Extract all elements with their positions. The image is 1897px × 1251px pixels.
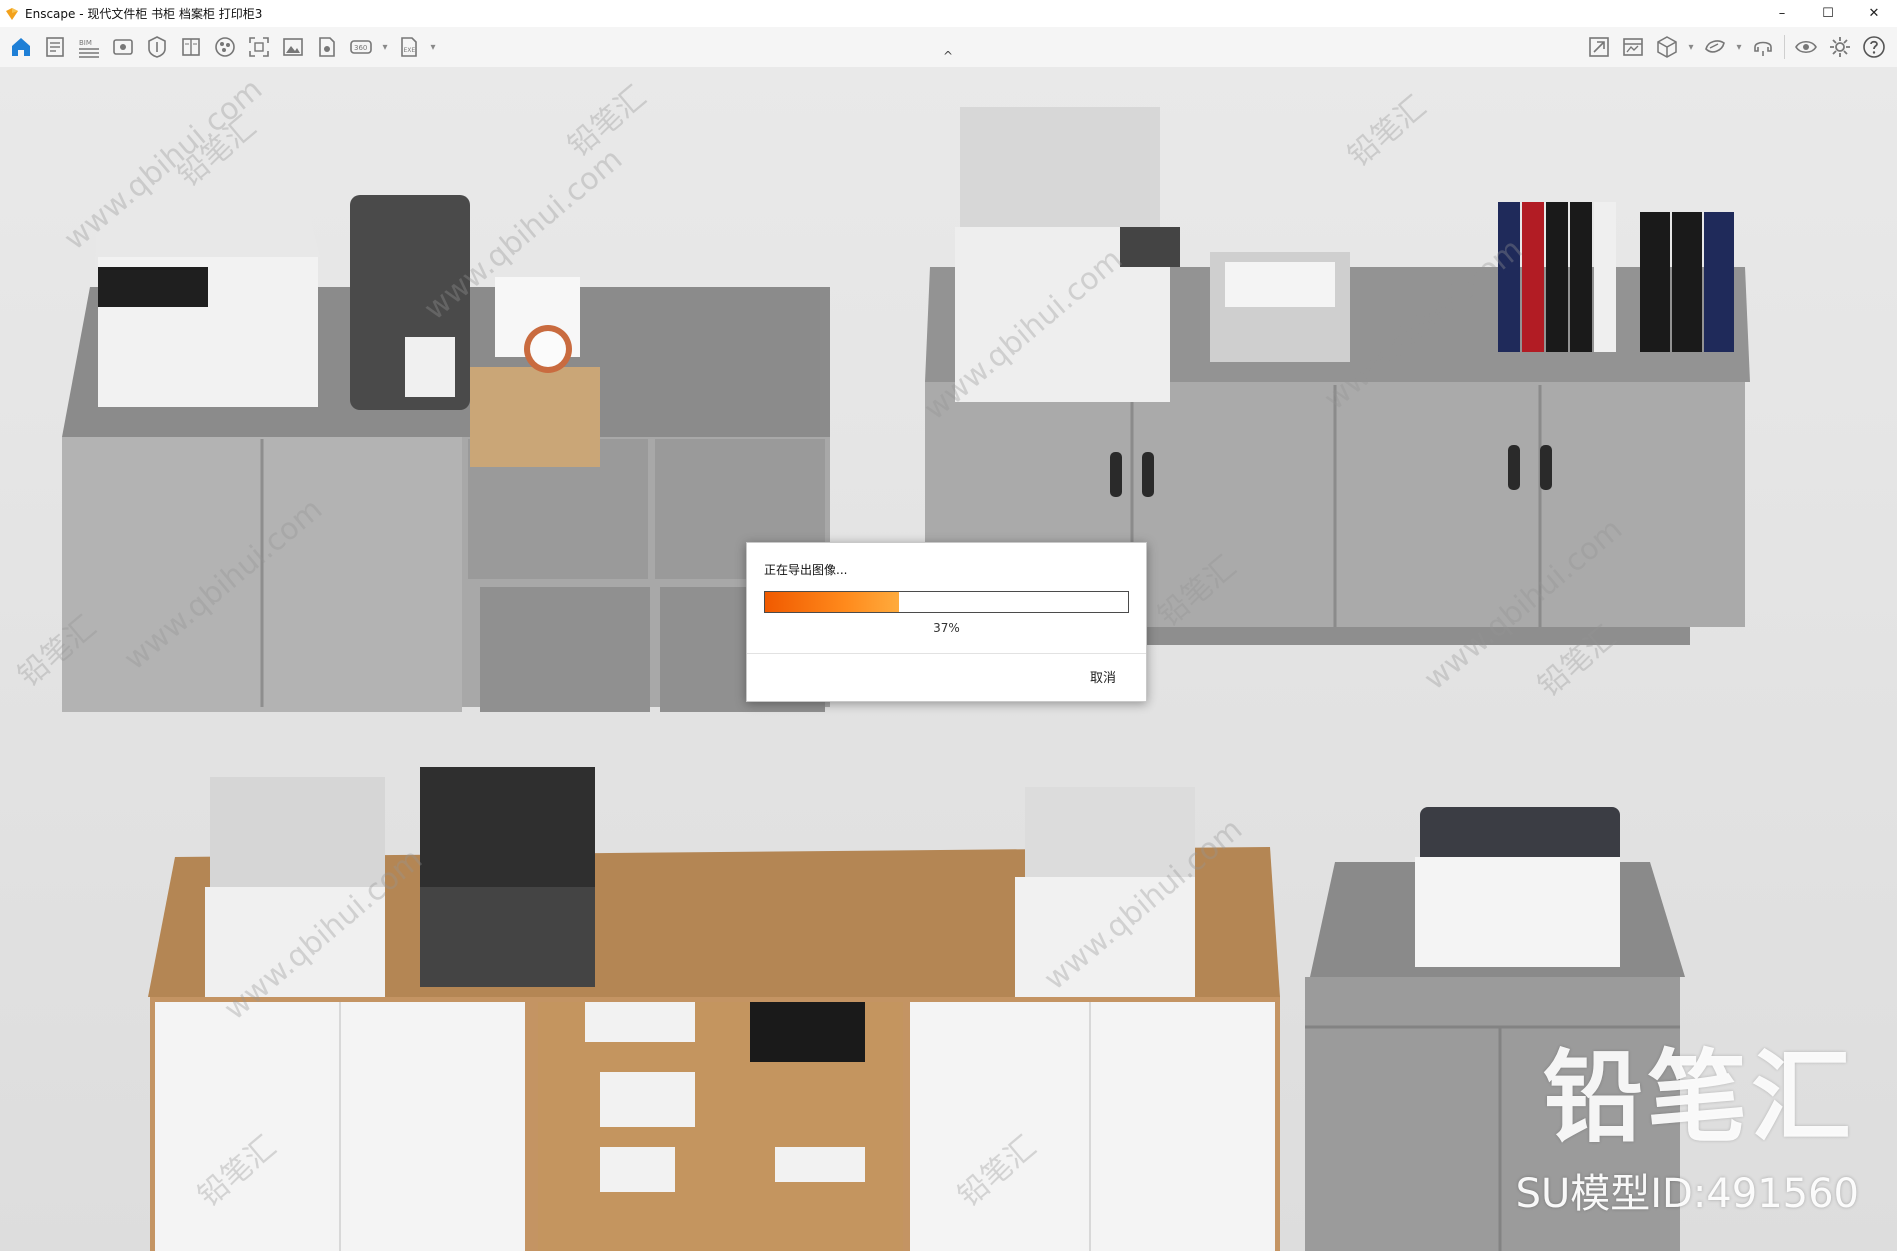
printer-top-left-1 [95, 177, 320, 407]
enscape-logo-icon [6, 7, 18, 20]
cancel-button[interactable]: 取消 [1090, 667, 1116, 686]
settings-button[interactable] [1823, 32, 1857, 62]
upload-button[interactable] [1582, 32, 1616, 62]
collapse-toolbar-caret[interactable]: ^ [939, 49, 957, 63]
home-button[interactable] [4, 32, 38, 62]
visual-settings-icon [1795, 40, 1817, 54]
printer-bottom-3 [1015, 787, 1195, 997]
printer-top-left-2 [350, 195, 470, 410]
export-exe-icon-text: EXE [404, 47, 416, 54]
export-status-message: 正在导出图像... [764, 563, 848, 577]
toolbar-right-group: ▾ ▾ [1582, 31, 1891, 63]
cube-icon [1657, 36, 1677, 58]
vr-dropdown-caret-icon[interactable]: ▾ [1732, 32, 1746, 62]
asset-library-icon [148, 36, 166, 58]
bim-icon-text: BIM [79, 39, 92, 47]
capture-icon [249, 37, 269, 57]
project-info-button[interactable] [38, 32, 72, 62]
brand-watermark: 铅笔汇 [1543, 1039, 1855, 1156]
feedback-icon [1754, 41, 1772, 56]
window-title: Enscape - 现代文件柜 书柜 档案柜 打印柜3 [25, 7, 263, 21]
manual-icon [182, 38, 200, 56]
binders-top-right [1498, 202, 1734, 352]
printer-bottom-1 [205, 777, 385, 997]
views-button[interactable] [106, 32, 140, 62]
printer-top-right-1 [955, 107, 1180, 402]
capture-button[interactable] [242, 32, 276, 62]
export-exe-icon: EXE [401, 37, 417, 57]
render-image-button[interactable] [276, 32, 310, 62]
printer-bottom-2 [420, 767, 595, 987]
vr-headset-icon [1705, 40, 1725, 53]
export-dropdown-caret-icon[interactable]: ▾ [426, 32, 440, 62]
dialog-divider [747, 653, 1146, 654]
printer-bottom-right [1415, 807, 1620, 967]
export-progress-dialog: 正在导出图像... 37% 取消 [746, 542, 1147, 702]
batch-render-button[interactable] [310, 32, 344, 62]
asset-library-button[interactable] [140, 32, 174, 62]
material-editor-button[interactable] [208, 32, 242, 62]
visual-settings-button[interactable] [1789, 32, 1823, 62]
bim-button[interactable]: BIM [72, 32, 106, 62]
feedback-button[interactable] [1746, 32, 1780, 62]
export-progress-fill [765, 592, 900, 612]
views-icon [113, 39, 133, 55]
toolbar-left-group: BIM 360 ▾ EXE ▾ [4, 31, 440, 63]
maximize-button[interactable]: ☐ [1805, 0, 1851, 27]
cube-button[interactable] [1650, 32, 1684, 62]
close-button[interactable]: ✕ [1851, 0, 1897, 27]
render-image-icon [283, 38, 303, 56]
export-progress-bar [764, 591, 1129, 613]
upload-icon [1589, 37, 1609, 57]
panorama-dropdown-caret-icon[interactable]: ▾ [378, 32, 392, 62]
manual-button[interactable] [174, 32, 208, 62]
bim-icon: BIM [79, 39, 99, 58]
vr-headset-button[interactable] [1698, 32, 1732, 62]
help-button[interactable] [1857, 32, 1891, 62]
batch-render-icon [319, 37, 335, 57]
help-icon [1863, 36, 1885, 58]
home-icon [12, 38, 30, 56]
title-bar: Enscape - 现代文件柜 书柜 档案柜 打印柜3 – ☐ ✕ [0, 0, 1897, 27]
export-exe-button[interactable]: EXE [392, 32, 426, 62]
project-info-icon [46, 37, 64, 57]
toolbar-separator [1784, 35, 1785, 59]
printer-top-right-2 [1210, 252, 1350, 362]
minimize-button[interactable]: – [1759, 0, 1805, 27]
export-progress-percent: 37% [933, 621, 960, 635]
panorama-icon-text: 360 [354, 44, 367, 52]
panorama-button[interactable]: 360 [344, 32, 378, 62]
panorama-icon: 360 [350, 40, 372, 54]
web-standalone-button[interactable] [1616, 32, 1650, 62]
settings-icon [1830, 37, 1850, 57]
material-editor-icon [215, 37, 235, 57]
cube-dropdown-caret-icon[interactable]: ▾ [1684, 32, 1698, 62]
model-id-watermark: SU模型ID:491560 [1515, 1171, 1859, 1217]
web-standalone-icon [1623, 38, 1643, 56]
